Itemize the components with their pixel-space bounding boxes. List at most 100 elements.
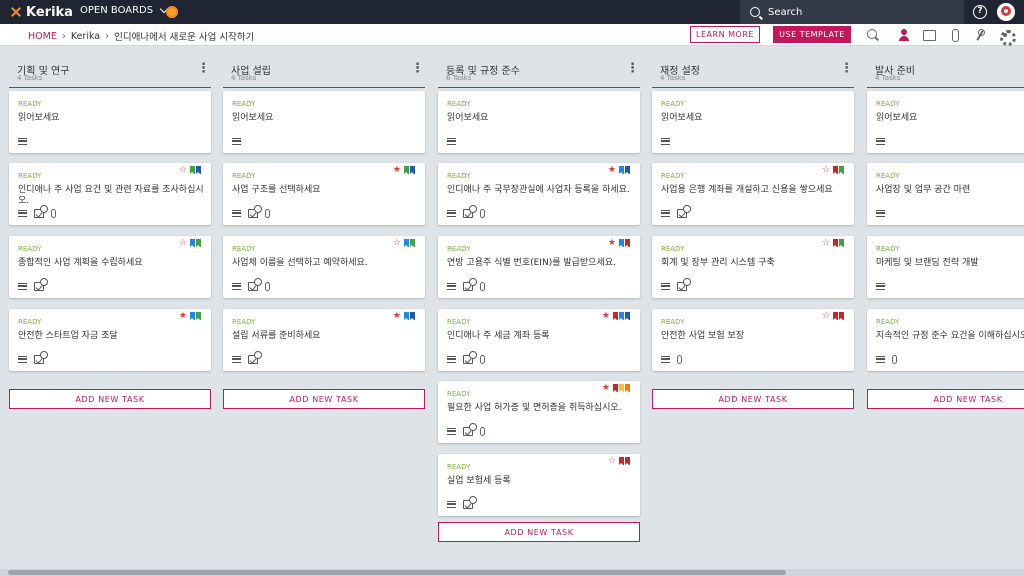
task-card[interactable]: READY 인디애나 주 사업 요건 및 관련 자료를 조사하십시오. ☆	[9, 163, 211, 225]
tag-flag-icon	[613, 384, 618, 392]
attachment-icon	[480, 281, 485, 291]
star-icon[interactable]: ☆	[179, 166, 187, 175]
task-card[interactable]: READY 인디애나 주 세금 계좌 등록 ★	[438, 309, 640, 371]
task-card[interactable]: READY 회계 및 장부 관리 시스템 구축 ☆	[652, 236, 854, 298]
task-status: READY	[447, 463, 471, 471]
task-card[interactable]: READY 실업 보험세 등록 ☆	[438, 454, 640, 516]
add-new-task-button[interactable]: ADD NEW TASK	[223, 389, 425, 409]
attachment-icon	[265, 281, 270, 291]
board-toolbar: HOME › Kerika › 인디애나에서 새로운 사업 시작하기 LEARN…	[0, 24, 1024, 46]
star-icon[interactable]: ☆	[179, 239, 187, 248]
open-boards-menu[interactable]: OPEN BOARDS	[80, 4, 169, 16]
task-card[interactable]: READY 마케팅 및 브랜딩 전략 개발	[867, 236, 1024, 298]
task-card[interactable]: READY 사업체 이름을 선택하고 예약하세요. ☆	[223, 236, 425, 298]
breadcrumb-home[interactable]: HOME	[28, 31, 57, 42]
board-column: 재정 설정4 Tasks READY 읽어보세요 READY 사업용 은행 계좌를 개설…	[652, 56, 854, 409]
checklist-icon	[463, 422, 477, 436]
task-status: READY	[18, 100, 42, 108]
star-icon[interactable]: ★	[602, 384, 610, 393]
add-new-task-button[interactable]: ADD NEW TASK	[867, 389, 1024, 409]
star-icon[interactable]: ☆	[822, 166, 830, 175]
breadcrumb-workspace[interactable]: Kerika	[71, 31, 100, 42]
task-flags: ☆	[822, 166, 844, 175]
board-column: 등록 및 규정 준수6 Tasks READY 읽어보세요 READY 인디애나 주 국…	[438, 56, 640, 542]
task-card[interactable]: READY 읽어보세요	[867, 91, 1024, 153]
task-card[interactable]: READY 읽어보세요	[9, 91, 211, 153]
task-icons	[876, 354, 897, 364]
wrench-icon[interactable]	[973, 28, 987, 42]
star-icon[interactable]: ★	[608, 166, 616, 175]
task-card[interactable]: READY 읽어보세요	[223, 91, 425, 153]
star-icon[interactable]: ★	[393, 312, 401, 321]
column-header: 재정 설정 4 Tasks	[652, 56, 854, 88]
star-icon[interactable]: ★	[179, 312, 187, 321]
checklist-icon	[677, 204, 691, 218]
task-icons	[661, 277, 691, 291]
search-input[interactable]: Search	[740, 0, 964, 24]
checklist-icon	[248, 277, 262, 291]
task-card[interactable]: READY 설립 서류를 준비하세요 ★	[223, 309, 425, 371]
description-icon	[661, 209, 670, 217]
task-card[interactable]: READY 인디애나 주 국무장관실에 사업자 등록을 하세요. ★	[438, 163, 640, 225]
column-menu-icon[interactable]	[840, 61, 853, 76]
task-card[interactable]: READY 필요한 사업 허가증 및 면허증을 취득하십시오. ★	[438, 381, 640, 443]
task-card[interactable]: READY 사업장 및 업무 공간 마련	[867, 163, 1024, 225]
use-template-button[interactable]: USE TEMPLATE	[773, 26, 851, 43]
column-menu-icon[interactable]	[626, 61, 639, 76]
add-user-icon[interactable]	[896, 28, 910, 42]
search-placeholder: Search	[768, 6, 803, 18]
column-header: 기획 및 연구 4 Tasks	[9, 56, 211, 88]
column-menu-icon[interactable]	[411, 61, 424, 76]
task-icons	[18, 136, 27, 146]
help-icon[interactable]: ?	[973, 5, 987, 19]
attachment-icon	[480, 426, 485, 436]
task-card[interactable]: READY 안전한 사업 보험 보장 ☆	[652, 309, 854, 371]
description-icon	[18, 355, 27, 363]
kerika-logo[interactable]: Kerika	[10, 4, 73, 20]
horizontal-scrollbar[interactable]	[0, 569, 1024, 576]
task-icons	[232, 277, 270, 291]
task-flags: ★	[602, 384, 630, 393]
star-icon[interactable]: ☆	[822, 312, 830, 321]
star-icon[interactable]: ☆	[822, 239, 830, 248]
tag-flag-icon	[190, 239, 195, 247]
tag-flag-icon	[196, 239, 201, 247]
task-status: READY	[18, 318, 42, 326]
description-icon	[876, 355, 885, 363]
add-new-task-button[interactable]: ADD NEW TASK	[438, 522, 640, 542]
scrollbar-thumb[interactable]	[8, 570, 786, 575]
avatar[interactable]	[997, 3, 1015, 21]
task-card[interactable]: READY 사업 구조를 선택하세요 ★	[223, 163, 425, 225]
add-new-task-button[interactable]: ADD NEW TASK	[652, 389, 854, 409]
chevron-right-icon: ›	[105, 30, 110, 42]
task-card[interactable]: READY 지속적인 규정 준수 요건을 이해하십시오	[867, 309, 1024, 371]
star-icon[interactable]: ★	[608, 239, 616, 248]
star-icon[interactable]: ★	[393, 166, 401, 175]
gear-icon[interactable]	[998, 28, 1016, 46]
task-card[interactable]: READY 종합적인 사업 계획을 수립하세요 ☆	[9, 236, 211, 298]
task-status: READY	[447, 390, 471, 398]
task-card[interactable]: READY 읽어보세요	[652, 91, 854, 153]
logo-text: Kerika	[26, 4, 73, 20]
star-icon[interactable]: ☆	[393, 239, 401, 248]
task-status: READY	[232, 245, 256, 253]
search-board-icon[interactable]	[866, 28, 880, 42]
checklist-icon	[34, 350, 48, 364]
learn-more-button[interactable]: LEARN MORE	[690, 26, 760, 43]
tag-flag-icon	[839, 166, 844, 174]
star-icon[interactable]: ☆	[608, 457, 616, 466]
description-icon	[447, 500, 456, 508]
task-card[interactable]: READY 연방 고용주 식별 번호(EIN)를 발급받으세요. ★	[438, 236, 640, 298]
task-card[interactable]: READY 사업용 은행 계좌를 개설하고 신용을 쌓으세요 ☆	[652, 163, 854, 225]
task-flags: ☆	[179, 166, 201, 175]
task-card[interactable]: READY 안전한 스타트업 자금 조달 ★	[9, 309, 211, 371]
add-new-task-button[interactable]: ADD NEW TASK	[9, 389, 211, 409]
chat-icon[interactable]	[922, 28, 936, 42]
column-menu-icon[interactable]	[197, 61, 210, 76]
task-status: READY	[661, 172, 685, 180]
attachment-icon[interactable]	[948, 28, 962, 42]
sun-icon[interactable]	[166, 6, 178, 18]
star-icon[interactable]: ★	[602, 312, 610, 321]
task-icons	[447, 277, 485, 291]
task-card[interactable]: READY 읽어보세요	[438, 91, 640, 153]
